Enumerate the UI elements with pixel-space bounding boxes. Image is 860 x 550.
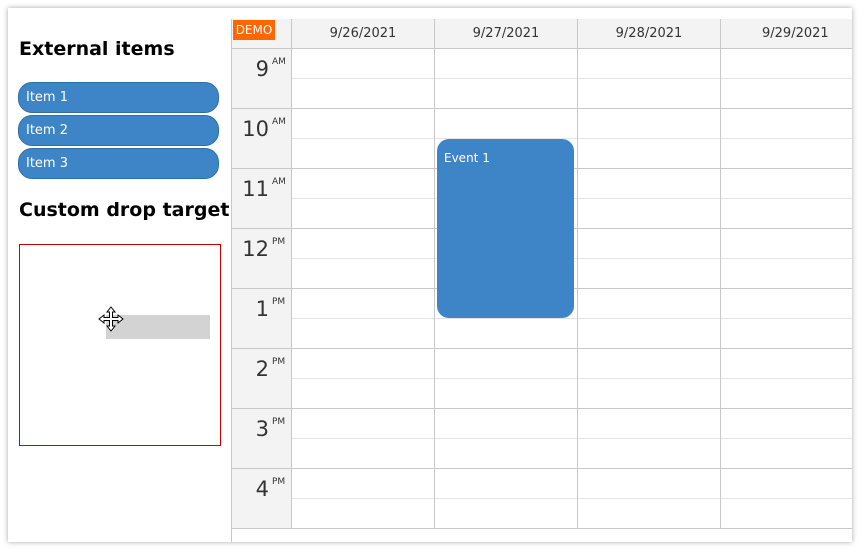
half-hour-line	[578, 198, 720, 199]
calendar-cell[interactable]	[578, 49, 721, 109]
calendar-cell[interactable]	[721, 289, 852, 349]
column-header-4: 9/29/2021	[721, 19, 852, 49]
hour-row-header: 4 PM	[232, 469, 292, 529]
calendar-cell[interactable]	[292, 49, 435, 109]
hour-label: 9	[255, 57, 269, 81]
calendar-cell[interactable]	[578, 109, 721, 169]
calendar-cell[interactable]	[578, 469, 721, 529]
calendar: DEMO 9/26/2021 9/27/2021 9/28/2021 9/29/…	[231, 19, 852, 542]
hour-row-header: 12 PM	[232, 229, 292, 289]
calendar-cell[interactable]	[721, 229, 852, 289]
half-hour-line	[721, 498, 852, 499]
calendar-cell[interactable]	[721, 109, 852, 169]
half-hour-line	[292, 138, 434, 139]
ampm-label: AM	[272, 57, 286, 67]
half-hour-line	[578, 78, 720, 79]
hour-row-header: 9 AM	[232, 49, 292, 109]
hour-label: 10	[242, 117, 269, 141]
app-window: External items Item 1 Item 2 Item 3 Cust…	[8, 8, 852, 542]
calendar-cell[interactable]	[578, 169, 721, 229]
half-hour-line	[435, 378, 577, 379]
calendar-cell[interactable]	[721, 409, 852, 469]
ampm-label: PM	[272, 297, 286, 307]
demo-badge: DEMO	[233, 20, 275, 40]
half-hour-line	[292, 438, 434, 439]
external-items-list: Item 1 Item 2 Item 3	[18, 82, 219, 181]
half-hour-line	[721, 258, 852, 259]
hour-row-header: 10 AM	[232, 109, 292, 169]
half-hour-line	[578, 438, 720, 439]
half-hour-line	[721, 378, 852, 379]
calendar-cell[interactable]	[292, 169, 435, 229]
calendar-corner: DEMO	[232, 19, 292, 49]
hour-row-header: 1 PM	[232, 289, 292, 349]
column-header-1: 9/26/2021	[292, 19, 435, 49]
calendar-cell[interactable]	[578, 409, 721, 469]
half-hour-line	[721, 138, 852, 139]
half-hour-line	[578, 318, 720, 319]
half-hour-line	[292, 378, 434, 379]
external-item-1[interactable]: Item 1	[18, 82, 219, 113]
calendar-cell[interactable]	[435, 409, 578, 469]
external-item-2[interactable]: Item 2	[18, 115, 219, 146]
calendar-cell[interactable]	[292, 289, 435, 349]
half-hour-line	[721, 438, 852, 439]
hour-row-header: 3 PM	[232, 409, 292, 469]
half-hour-line	[721, 318, 852, 319]
external-item-3[interactable]: Item 3	[18, 148, 219, 179]
half-hour-line	[292, 318, 434, 319]
ampm-label: PM	[272, 357, 286, 367]
calendar-cell[interactable]	[721, 169, 852, 229]
calendar-cell[interactable]	[435, 349, 578, 409]
hour-label: 2	[255, 357, 269, 381]
calendar-cell[interactable]	[292, 229, 435, 289]
calendar-event[interactable]: Event 1	[437, 139, 574, 318]
half-hour-line	[292, 198, 434, 199]
calendar-cell[interactable]	[578, 289, 721, 349]
column-header-3: 9/28/2021	[578, 19, 721, 49]
drop-target-title: Custom drop target	[19, 199, 230, 221]
half-hour-line	[578, 498, 720, 499]
calendar-cell[interactable]	[435, 469, 578, 529]
half-hour-line	[435, 318, 577, 319]
hour-label: 1	[255, 297, 269, 321]
custom-drop-target[interactable]	[19, 244, 221, 446]
half-hour-line	[578, 258, 720, 259]
calendar-cell[interactable]	[578, 349, 721, 409]
calendar-cell[interactable]	[721, 49, 852, 109]
hour-label: 11	[242, 177, 269, 201]
half-hour-line	[292, 258, 434, 259]
half-hour-line	[435, 438, 577, 439]
column-header-2: 9/27/2021	[435, 19, 578, 49]
half-hour-line	[435, 498, 577, 499]
calendar-cell[interactable]	[292, 409, 435, 469]
half-hour-line	[578, 378, 720, 379]
half-hour-line	[435, 78, 577, 79]
hour-row-header: 2 PM	[232, 349, 292, 409]
calendar-cell[interactable]	[435, 49, 578, 109]
left-panel: External items Item 1 Item 2 Item 3 Cust…	[8, 8, 232, 542]
hour-label: 3	[255, 417, 269, 441]
half-hour-line	[721, 198, 852, 199]
calendar-cell[interactable]	[721, 469, 852, 529]
calendar-cell[interactable]	[292, 109, 435, 169]
external-items-title: External items	[19, 38, 175, 60]
calendar-cell[interactable]	[578, 229, 721, 289]
ampm-label: AM	[272, 117, 286, 127]
half-hour-line	[721, 78, 852, 79]
ampm-label: PM	[272, 417, 286, 427]
half-hour-line	[292, 498, 434, 499]
hour-row-header: 11 AM	[232, 169, 292, 229]
hour-label: 4	[255, 477, 269, 501]
calendar-cell[interactable]	[292, 349, 435, 409]
hour-label: 12	[242, 237, 269, 261]
move-cursor-icon	[98, 306, 124, 332]
ampm-label: PM	[272, 237, 286, 247]
calendar-cell[interactable]	[721, 349, 852, 409]
half-hour-line	[578, 138, 720, 139]
calendar-cell[interactable]	[292, 469, 435, 529]
ampm-label: AM	[272, 177, 286, 187]
ampm-label: PM	[272, 477, 286, 487]
half-hour-line	[292, 78, 434, 79]
